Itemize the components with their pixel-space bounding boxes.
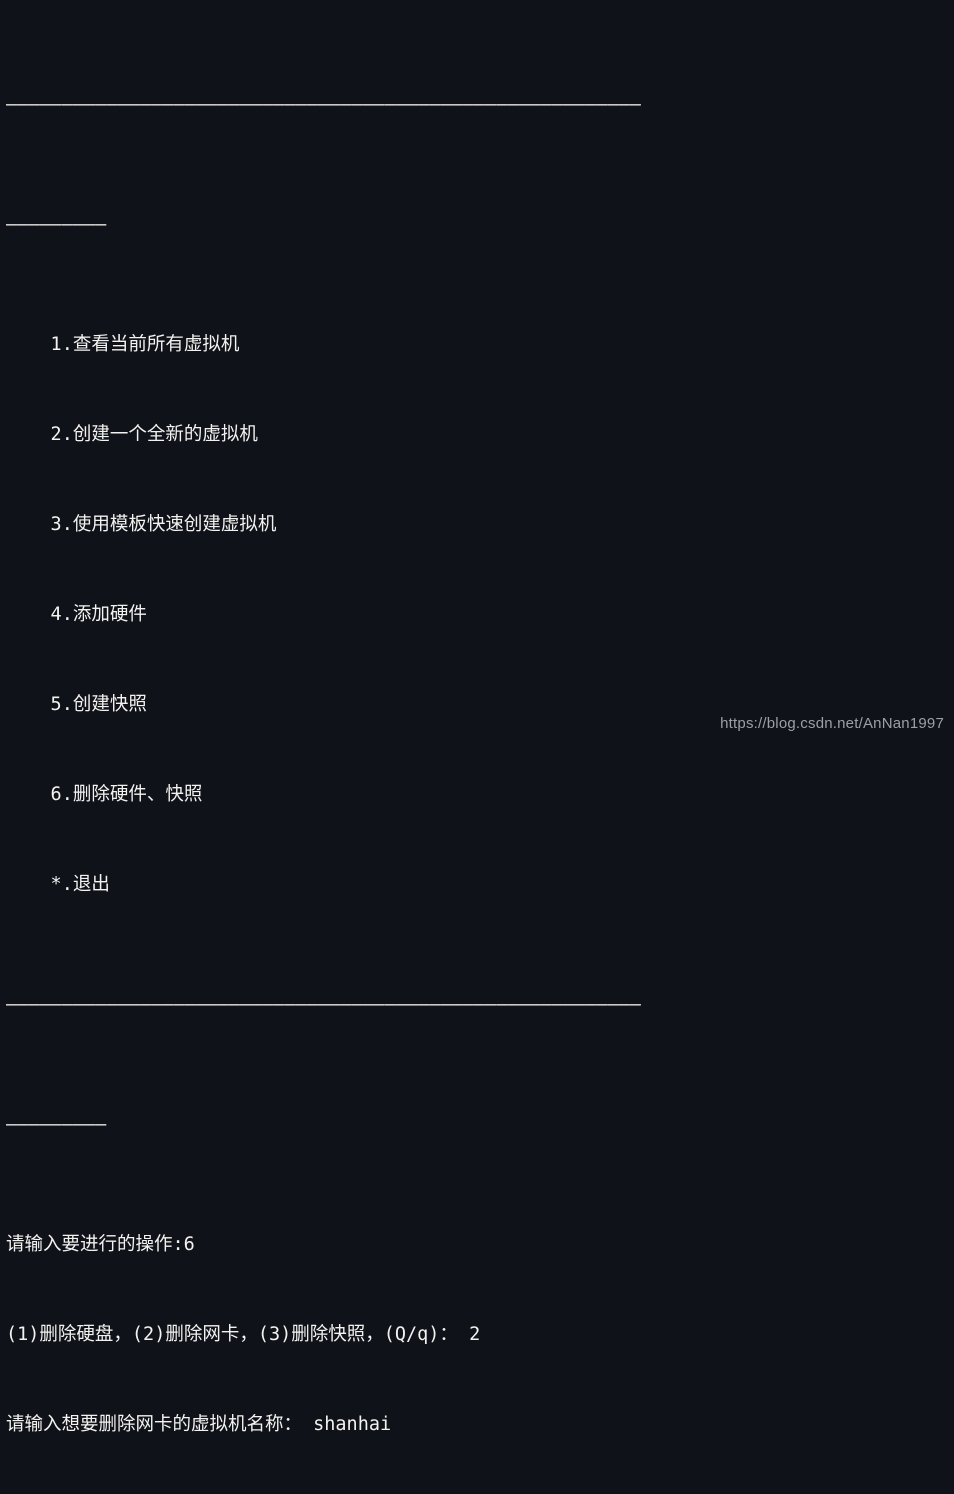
menu-item-1[interactable]: 1.查看当前所有虚拟机 xyxy=(6,330,954,360)
menu-item-3[interactable]: 3.使用模板快速创建虚拟机 xyxy=(6,510,954,540)
prompt-vm-name: 请输入想要删除网卡的虚拟机名称： shanhai xyxy=(6,1414,392,1435)
rule-bottom-full: ————————————————————————————————————————… xyxy=(6,994,641,1015)
prompt-operation: 请输入要进行的操作:6 xyxy=(6,1234,195,1255)
menu-item-exit[interactable]: *.退出 xyxy=(6,870,954,900)
rule-menu-bottom-short: ————————— xyxy=(6,1114,107,1135)
menu-item-4[interactable]: 4.添加硬件 xyxy=(6,600,954,630)
rule-menu-top-short: ————————— xyxy=(6,214,107,235)
watermark-url: https://blog.csdn.net/AnNan1997 xyxy=(720,715,944,732)
prompt-submenu: (1)删除硬盘，(2)删除网卡，(3)删除快照，(Q/q)： 2 xyxy=(6,1324,481,1345)
terminal-window: ————————————————————————————————————————… xyxy=(0,0,954,1435)
menu-item-6[interactable]: 6.删除硬件、快照 xyxy=(6,780,954,810)
terminal-screen: ————————————————————————————————————————… xyxy=(6,0,954,1494)
menu-item-2[interactable]: 2.创建一个全新的虚拟机 xyxy=(6,420,954,450)
rule-top-full: ————————————————————————————————————————… xyxy=(6,94,641,115)
